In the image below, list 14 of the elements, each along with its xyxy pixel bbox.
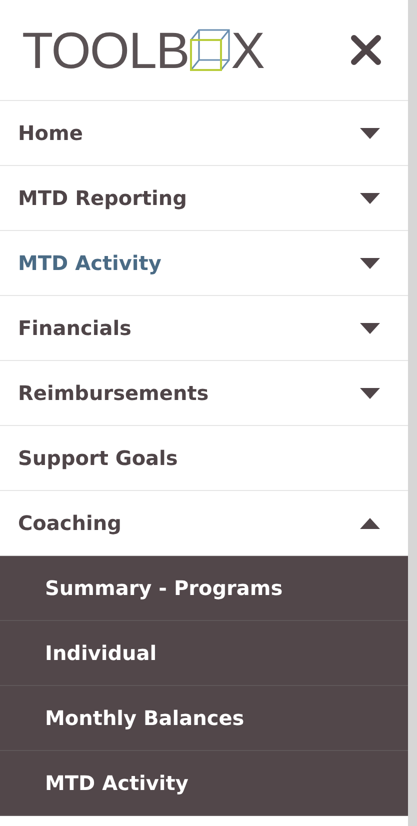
submenu-item[interactable]: MTD Activity <box>0 751 408 816</box>
close-button[interactable] <box>350 34 382 66</box>
submenu-item[interactable]: Monthly Balances <box>0 686 408 751</box>
logo-text: X <box>230 24 264 76</box>
caret-icon <box>360 192 380 204</box>
submenu-item[interactable]: Summary - Programs <box>0 556 408 621</box>
caret-icon <box>360 258 380 268</box>
cube-icon <box>188 28 231 72</box>
caret-icon <box>360 518 380 528</box>
logo-text: TOOLB <box>22 24 189 76</box>
caret-icon <box>360 388 380 398</box>
submenu-item[interactable]: Individual <box>0 621 408 686</box>
caret-icon <box>360 128 380 138</box>
caret-icon <box>360 322 380 334</box>
